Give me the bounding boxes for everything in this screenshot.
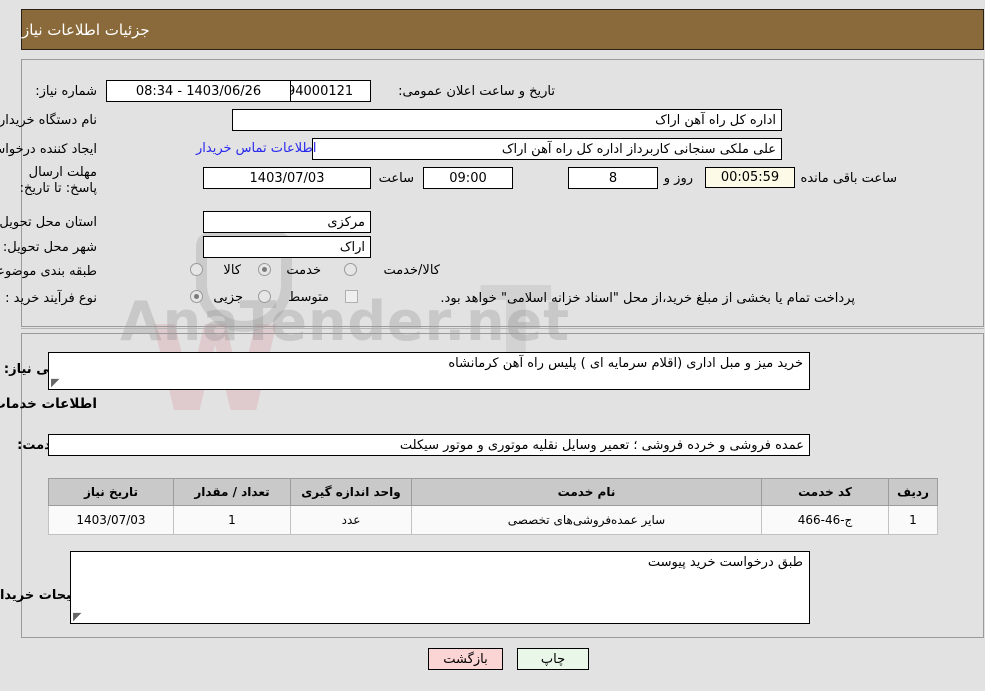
- city-value: اراک: [203, 236, 371, 258]
- category-radio-kala[interactable]: [190, 263, 203, 276]
- process-label: نوع فرآیند خرید :: [5, 291, 97, 306]
- treasury-documents-checkbox[interactable]: [345, 290, 358, 303]
- creator-label: ایجاد کننده درخواست:: [0, 142, 97, 157]
- province-value: مرکزی: [203, 211, 371, 233]
- treasury-note-text: پرداخت تمام یا بخشی از مبلغ خرید،از محل …: [440, 291, 855, 306]
- col-service-code: کد خدمت: [761, 478, 889, 506]
- table-header-row: ردیف کد خدمت نام خدمت واحد اندازه گیری ت…: [48, 478, 938, 506]
- category-radio-kala-khedmat[interactable]: [344, 263, 357, 276]
- buyer-org-label: نام دستگاه خریدار:: [0, 113, 97, 128]
- col-need-date: تاریخ نیاز: [48, 478, 174, 506]
- days-value: 8: [568, 167, 658, 189]
- category-label-kala-khedmat: کالا/خدمت: [383, 263, 440, 278]
- page-header: جزئیات اطلاعات نیاز: [21, 9, 984, 50]
- province-label: استان محل تحویل:: [0, 215, 97, 230]
- city-label: شهر محل تحویل:: [2, 240, 97, 255]
- buyer-contact-link[interactable]: اطلاعات تماس خریدار: [196, 141, 316, 156]
- cell-unit: عدد: [290, 505, 412, 535]
- col-quantity: تعداد / مقدار: [173, 478, 291, 506]
- buyer-notes-textarea[interactable]: طبق درخواست خرید پیوست ◥: [70, 551, 810, 624]
- general-description-value: خرید میز و مبل اداری (اقلام سرمایه ای ) …: [448, 356, 803, 371]
- buyer-notes-value: طبق درخواست خرید پیوست: [647, 555, 803, 570]
- process-radio-motavaset[interactable]: [258, 290, 271, 303]
- creator-value: علی ملکی سنجانی کاربرداز اداره کل راه آه…: [312, 138, 782, 160]
- process-label-motavaset: متوسط: [288, 290, 329, 305]
- cell-quantity: 1: [173, 505, 291, 535]
- deadline-date-value: 1403/07/03: [203, 167, 371, 189]
- services-section-heading: اطلاعات خدمات مورد نیاز: [0, 396, 97, 412]
- buyer-org-value: اداره کل راه آهن اراک: [232, 109, 782, 131]
- countdown-timer: 00:05:59: [705, 167, 795, 188]
- col-row-no: ردیف: [888, 478, 938, 506]
- cell-service-name: سایر عمده‌فروشی‌های تخصصی: [411, 505, 762, 535]
- general-description-textarea[interactable]: خرید میز و مبل اداری (اقلام سرمایه ای ) …: [48, 352, 810, 390]
- days-unit-label: روز و: [663, 171, 693, 186]
- process-label-jozi: جزیی: [213, 290, 243, 305]
- hour-label: ساعت: [378, 171, 414, 186]
- category-radio-khedmat[interactable]: [258, 263, 271, 276]
- announce-datetime-value: 1403/06/26 - 08:34: [106, 80, 291, 102]
- table-row: 1 ج-46-466 سایر عمده‌فروشی‌های تخصصی عدد…: [48, 505, 938, 535]
- buyer-notes-resize-grip-icon[interactable]: ◥: [73, 610, 83, 623]
- service-group-value: عمده فروشی و خرده فروشی ؛ تعمیر وسایل نق…: [48, 434, 810, 456]
- col-unit: واحد اندازه گیری: [290, 478, 412, 506]
- process-radio-jozi[interactable]: [190, 290, 203, 303]
- cell-service-code: ج-46-466: [761, 505, 889, 535]
- services-table: ردیف کد خدمت نام خدمت واحد اندازه گیری ت…: [48, 478, 938, 535]
- hour-value: 09:00: [423, 167, 513, 189]
- remaining-hours-label: ساعت باقی مانده: [800, 171, 897, 186]
- print-button[interactable]: چاپ: [517, 648, 589, 670]
- back-button[interactable]: بازگشت: [428, 648, 503, 670]
- resize-grip-icon[interactable]: ◥: [51, 376, 61, 389]
- category-label-khedmat: خدمت: [286, 263, 321, 278]
- cell-row-no: 1: [888, 505, 938, 535]
- category-label-kala: کالا: [223, 263, 241, 278]
- page-title: جزئیات اطلاعات نیاز: [22, 20, 150, 39]
- cell-need-date: 1403/07/03: [48, 505, 174, 535]
- col-service-name: نام خدمت: [411, 478, 762, 506]
- announce-datetime-label: تاریخ و ساعت اعلان عمومی:: [398, 84, 555, 99]
- need-number-label: شماره نیاز:: [35, 84, 97, 99]
- deadline-label: مهلت ارسال پاسخ: تا تاریخ:: [19, 165, 97, 196]
- category-label: طبقه بندی موضوعی:: [0, 264, 97, 279]
